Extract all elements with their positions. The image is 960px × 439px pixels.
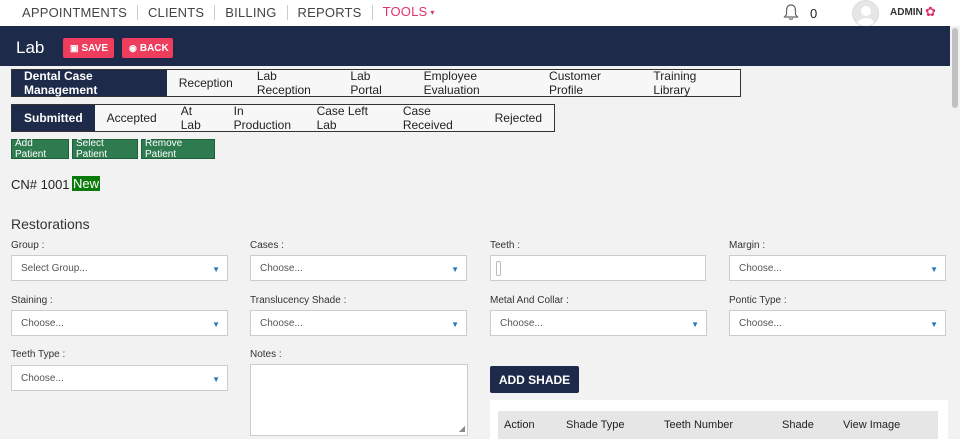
metal-collar-select-value: Choose... <box>500 317 543 329</box>
floppy-icon: ▣ <box>70 42 79 53</box>
margin-select[interactable]: Choose... ▼ <box>729 255 946 281</box>
select-patient-button[interactable]: Select Patient <box>72 138 138 160</box>
back-button[interactable]: ◉ BACK <box>122 38 173 58</box>
cases-label: Cases : <box>250 240 284 251</box>
nav-reports[interactable]: REPORTS <box>288 4 373 20</box>
dropdown-arrow-icon: ▼ <box>212 265 220 274</box>
top-navigation: APPOINTMENTS CLIENTS BILLING REPORTS TOO… <box>0 0 960 27</box>
user-name[interactable]: ADMIN <box>890 7 923 18</box>
shade-table-header: Action Shade Type Teeth Number Shade Vie… <box>498 411 938 439</box>
nav-clients[interactable]: CLIENTS <box>138 4 216 20</box>
notes-textarea[interactable]: ◢ <box>250 364 468 436</box>
notification-count: 0 <box>810 6 818 21</box>
avatar-head <box>861 6 871 16</box>
remove-patient-button[interactable]: Remove Patient <box>141 138 215 160</box>
dropdown-arrow-icon: ▼ <box>212 375 220 384</box>
col-action: Action <box>504 419 535 431</box>
chevron-down-icon: ▾ <box>430 8 435 18</box>
teeth-input[interactable] <box>490 255 706 281</box>
tab-customer-profile[interactable]: Customer Profile <box>537 69 641 97</box>
cases-select-value: Choose... <box>260 262 303 274</box>
tab-at-lab[interactable]: At Lab <box>169 104 222 132</box>
tab-reception[interactable]: Reception <box>167 70 245 96</box>
notes-label: Notes : <box>250 349 282 360</box>
gear-icon[interactable]: ✿ <box>925 5 936 19</box>
tab-case-left-lab[interactable]: Case Left Lab <box>305 104 391 132</box>
dropdown-arrow-icon: ▼ <box>691 320 699 329</box>
save-label: SAVE <box>81 42 109 54</box>
translucency-select-value: Choose... <box>260 317 303 329</box>
pontic-type-label: Pontic Type : <box>729 295 787 306</box>
back-label: BACK <box>139 42 169 54</box>
tab-employee-evaluation[interactable]: Employee Evaluation <box>412 69 537 97</box>
tab-dental-case-management[interactable]: Dental Case Management <box>12 69 167 97</box>
staining-select[interactable]: Choose... ▼ <box>11 310 228 336</box>
translucency-label: Translucency Shade : <box>250 295 347 306</box>
dropdown-arrow-icon: ▼ <box>451 320 459 329</box>
shade-table: Action Shade Type Teeth Number Shade Vie… <box>490 400 948 439</box>
tab-lab-reception[interactable]: Lab Reception <box>245 69 339 97</box>
tab-lab-portal[interactable]: Lab Portal <box>338 69 411 97</box>
teeth-label: Teeth : <box>490 240 521 251</box>
top-nav-links: APPOINTMENTS CLIENTS BILLING REPORTS TOO… <box>12 0 445 24</box>
resize-grip-icon[interactable]: ◢ <box>459 424 465 433</box>
save-button[interactable]: ▣ SAVE <box>63 38 114 58</box>
back-arrow-icon: ◉ <box>129 42 137 53</box>
tab-rejected[interactable]: Rejected <box>483 105 554 131</box>
group-select-value: Select Group... <box>21 262 88 274</box>
metal-collar-label: Metal And Collar : <box>490 295 569 306</box>
staining-select-value: Choose... <box>21 317 64 329</box>
add-shade-button[interactable]: ADD SHADE <box>490 366 579 393</box>
tab-submitted[interactable]: Submitted <box>12 105 95 131</box>
tab-accepted[interactable]: Accepted <box>95 105 169 131</box>
nav-tools-label: TOOLS <box>382 3 428 19</box>
group-label: Group : <box>11 240 45 251</box>
teeth-type-label: Teeth Type : <box>11 349 66 360</box>
dropdown-arrow-icon: ▼ <box>451 265 459 274</box>
nav-tools[interactable]: TOOLS ▾ <box>373 4 445 20</box>
scrollbar-thumb[interactable] <box>952 28 958 108</box>
col-shade-type: Shade Type <box>566 419 625 431</box>
metal-collar-select[interactable]: Choose... ▼ <box>490 310 707 336</box>
add-patient-button[interactable]: Add Patient <box>11 138 69 160</box>
status-tabs: Submitted Accepted At Lab In Production … <box>11 104 555 132</box>
primary-tabs: Dental Case Management Reception Lab Rec… <box>11 69 741 97</box>
tab-training-library[interactable]: Training Library <box>641 69 740 97</box>
margin-select-value: Choose... <box>739 262 782 274</box>
cases-select[interactable]: Choose... ▼ <box>250 255 467 281</box>
status-badge: New <box>72 176 101 191</box>
tab-case-received[interactable]: Case Received <box>391 104 483 132</box>
page-header: Lab ▣ SAVE ◉ BACK <box>0 26 950 66</box>
translucency-select[interactable]: Choose... ▼ <box>250 310 467 336</box>
case-number: CN# 1001 <box>11 177 70 192</box>
group-select[interactable]: Select Group... ▼ <box>11 255 228 281</box>
avatar[interactable] <box>852 0 879 27</box>
teeth-type-select-value: Choose... <box>21 372 64 384</box>
teeth-type-select[interactable]: Choose... ▼ <box>11 365 228 391</box>
pontic-type-select-value: Choose... <box>739 317 782 329</box>
col-teeth-number: Teeth Number <box>664 419 734 431</box>
tab-in-production[interactable]: In Production <box>222 104 305 132</box>
restorations-title: Restorations <box>11 216 90 232</box>
dropdown-arrow-icon: ▼ <box>930 265 938 274</box>
pontic-type-select[interactable]: Choose... ▼ <box>729 310 946 336</box>
dropdown-arrow-icon: ▼ <box>930 320 938 329</box>
nav-billing[interactable]: BILLING <box>215 4 288 20</box>
page-title: Lab <box>16 38 45 57</box>
dropdown-arrow-icon: ▼ <box>212 320 220 329</box>
staining-label: Staining : <box>11 295 53 306</box>
col-view-image: View Image <box>843 419 901 431</box>
bell-icon[interactable] <box>782 3 800 21</box>
text-cursor <box>496 261 501 276</box>
margin-label: Margin : <box>729 240 766 251</box>
nav-appointments[interactable]: APPOINTMENTS <box>12 4 138 20</box>
col-shade: Shade <box>782 419 814 431</box>
